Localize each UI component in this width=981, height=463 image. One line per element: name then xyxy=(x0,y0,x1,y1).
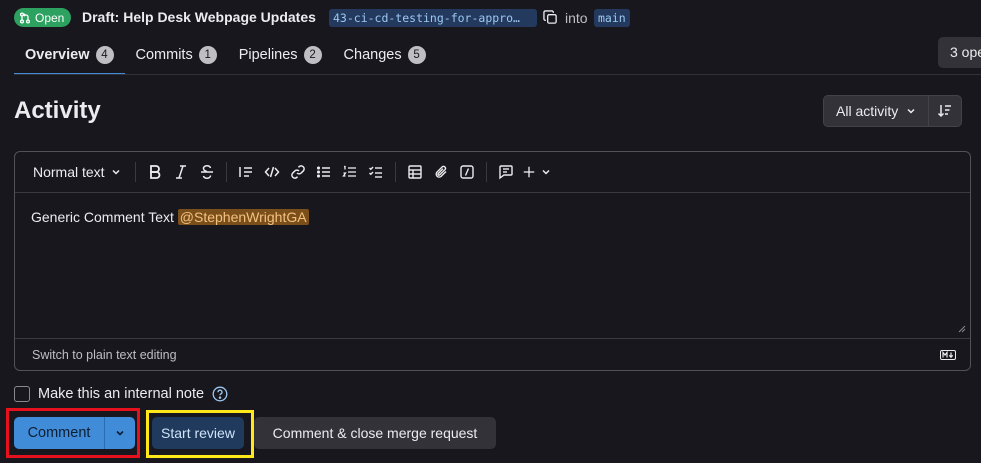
bullet-list-icon xyxy=(316,166,330,178)
internal-note-label: Make this an internal note xyxy=(38,386,205,402)
source-branch[interactable]: 43-ci-cd-testing-for-appro… xyxy=(329,9,537,27)
toolbar-divider xyxy=(485,162,487,182)
target-branch[interactable]: main xyxy=(594,9,630,27)
tab-label: Commits xyxy=(135,47,193,63)
slash-command-icon xyxy=(459,165,474,179)
tab-pipelines[interactable]: Pipelines 2 xyxy=(228,36,333,74)
link-icon xyxy=(290,165,305,179)
chevron-down-icon xyxy=(907,108,915,114)
markdown-icon xyxy=(940,350,956,360)
task-list-button[interactable] xyxy=(363,158,389,186)
toolbar-divider xyxy=(134,162,136,182)
code-button[interactable] xyxy=(259,158,285,186)
tab-count: 2 xyxy=(303,46,322,64)
link-button[interactable] xyxy=(285,158,311,186)
chevron-down-icon xyxy=(542,169,550,175)
copy-icon[interactable] xyxy=(543,10,558,25)
text-style-dropdown[interactable]: Normal text xyxy=(25,158,129,186)
tab-count: 4 xyxy=(95,46,114,64)
merge-request-icon xyxy=(19,11,31,24)
tab-label: Overview xyxy=(25,47,90,63)
comment-lines-icon xyxy=(498,165,513,180)
tab-label: Pipelines xyxy=(238,47,298,63)
italic-button[interactable] xyxy=(168,158,194,186)
tab-overview[interactable]: Overview 4 xyxy=(14,36,125,75)
switch-to-plain-text-link[interactable]: Switch to plain text editing xyxy=(32,348,177,362)
tab-changes[interactable]: Changes 5 xyxy=(333,36,437,74)
comment-highlight-box xyxy=(6,408,140,458)
resize-handle-icon[interactable] xyxy=(958,325,966,333)
paperclip-icon xyxy=(435,165,447,178)
question-circle-icon[interactable] xyxy=(212,386,228,402)
user-mention[interactable]: @StephenWrightGA xyxy=(177,209,309,225)
comment-and-close-button[interactable]: Comment & close merge request xyxy=(254,417,496,449)
text-style-label: Normal text xyxy=(33,164,105,180)
quote-icon xyxy=(238,167,252,177)
toolbar-divider xyxy=(225,162,227,182)
tab-count: 1 xyxy=(198,46,217,64)
status-label: Open xyxy=(35,10,65,25)
bold-button[interactable] xyxy=(142,158,168,186)
attach-file-button[interactable] xyxy=(428,158,454,186)
toolbar-divider xyxy=(394,162,396,182)
quick-action-button[interactable] xyxy=(454,158,480,186)
numbered-list-button[interactable] xyxy=(337,158,363,186)
code-icon xyxy=(264,166,280,178)
into-label: into xyxy=(565,10,588,26)
activity-filter-label: All activity xyxy=(836,103,899,119)
activity-title: Activity xyxy=(14,97,101,124)
open-threads-button[interactable]: 3 ope xyxy=(938,37,981,68)
activity-filter-dropdown[interactable]: All activity xyxy=(823,95,930,127)
more-options-button[interactable] xyxy=(519,158,555,186)
tabs-divider xyxy=(14,74,981,75)
editor-footer: Switch to plain text editing xyxy=(15,338,970,371)
comment-text-area[interactable]: Generic Comment Text @StephenWrightGA xyxy=(31,209,309,225)
mr-title: Draft: Help Desk Webpage Updates xyxy=(82,9,316,25)
numbered-list-icon xyxy=(341,165,356,177)
italic-icon xyxy=(175,165,186,179)
tab-count: 5 xyxy=(407,46,426,64)
tab-commits[interactable]: Commits 1 xyxy=(125,36,228,74)
strikethrough-button[interactable] xyxy=(194,158,220,186)
sort-lowest-icon xyxy=(938,105,952,118)
bold-icon xyxy=(149,165,160,179)
bullet-list-button[interactable] xyxy=(311,158,337,186)
quote-button[interactable] xyxy=(233,158,259,186)
mr-header: Open Draft: Help Desk Webpage Updates 43… xyxy=(0,0,981,36)
plus-icon xyxy=(523,166,535,178)
tab-label: Changes xyxy=(343,47,402,63)
comment-text: Generic Comment Text xyxy=(31,209,178,225)
table-button[interactable] xyxy=(402,158,428,186)
task-list-icon xyxy=(368,166,382,178)
start-review-highlight-box xyxy=(146,410,254,458)
table-icon xyxy=(407,165,422,179)
comment-editor: Normal text Generic Comment Text @Stephe… xyxy=(14,151,971,371)
status-badge: Open xyxy=(14,8,72,27)
activity-filter-group: All activity xyxy=(823,95,963,127)
mr-tabs: Overview 4 Commits 1 Pipelines 2 Changes… xyxy=(14,36,437,75)
editor-toolbar: Normal text xyxy=(15,152,970,193)
chevron-down-icon xyxy=(112,169,120,175)
comment-template-button[interactable] xyxy=(493,158,519,186)
internal-note-checkbox[interactable] xyxy=(14,386,30,402)
internal-note-row: Make this an internal note xyxy=(14,386,228,402)
strikethrough-icon xyxy=(200,165,213,179)
sort-direction-button[interactable] xyxy=(929,95,963,127)
